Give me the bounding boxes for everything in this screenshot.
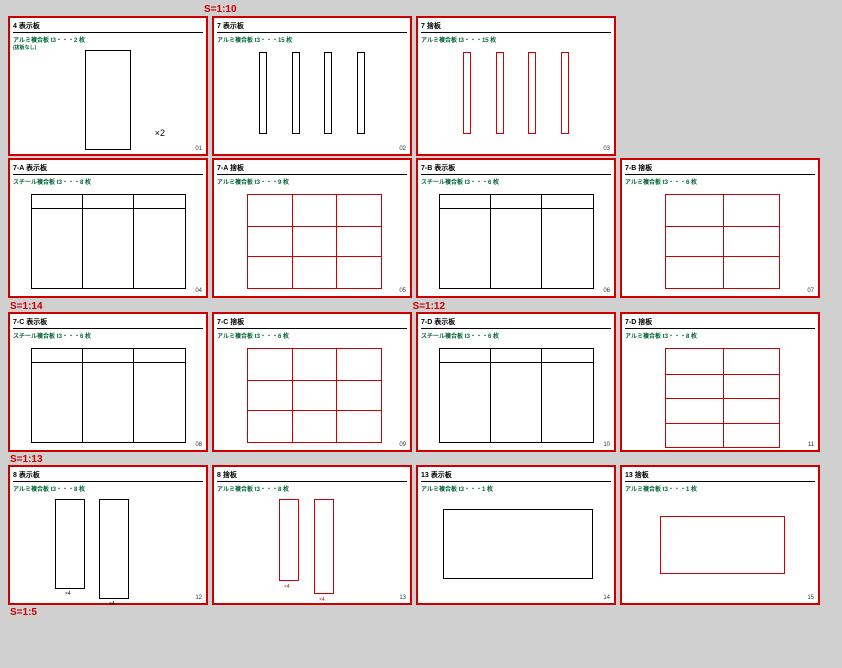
panel-10: 7-D 表示板 スチール複合板 t3・・・6 枚 10 xyxy=(416,312,616,452)
panel-title: 7-C 捨板 xyxy=(217,317,407,327)
strip-group xyxy=(451,52,581,134)
strip-shape xyxy=(496,52,504,134)
drawing-area: ×4 ×4 xyxy=(217,491,407,591)
page-number: 07 xyxy=(807,288,814,294)
grid-shape xyxy=(439,194,594,289)
drawing-area xyxy=(421,338,611,438)
panel-title: 13 捨板 xyxy=(625,470,815,480)
drawing-area xyxy=(421,184,611,284)
strip-shape xyxy=(463,52,471,134)
drawing-area xyxy=(13,184,203,284)
panel-09: 7-C 捨板 アルミ複合板 t3・・・6 枚 09 xyxy=(212,312,412,452)
page-number: 12 xyxy=(195,595,202,601)
multiplier-label: ×4 xyxy=(65,591,71,597)
page-number: 09 xyxy=(399,442,406,448)
multiplier-label: ×2 xyxy=(155,128,165,138)
rect-shape xyxy=(660,516,785,574)
panel-12: 8 表示板 アルミ複合板 t3・・・8 枚 ×4 ×4 12 xyxy=(8,465,208,605)
panel-03: 7 捨板 アルミ複合板 t3・・・15 枚 03 xyxy=(416,16,616,156)
row-3: 7-C 表示板 スチール複合板 t3・・・6 枚 08 7-C 捨板 アルミ複合… xyxy=(8,312,834,452)
panel-title: 13 表示板 xyxy=(421,470,611,480)
panel-13: 8 捨板 アルミ複合板 t3・・・8 枚 ×4 ×4 13 xyxy=(212,465,412,605)
panel-title: 7-B 捨板 xyxy=(625,163,815,173)
grid-shape xyxy=(665,194,780,289)
drawing-area: ×2 xyxy=(13,42,203,142)
grid-shape xyxy=(31,348,186,443)
strip-group xyxy=(247,52,377,134)
scale-label-10: S=1:10 xyxy=(204,4,834,15)
panel-title: 7-A 捨板 xyxy=(217,163,407,173)
drawing-area xyxy=(625,184,815,284)
drawing-area xyxy=(421,491,611,591)
panel-15: 13 捨板 アルミ複合板 t3・・・1 枚 15 xyxy=(620,465,820,605)
drawing-area xyxy=(217,184,407,284)
page-number: 13 xyxy=(399,595,406,601)
multiplier-label: ×4 xyxy=(319,597,325,603)
scale-label-12: S=1:12 xyxy=(413,301,446,312)
rect-shape xyxy=(314,499,334,594)
row-2: 7-A 表示板 スチール複合板 t3・・・8 枚 04 7-A 捨板 アルミ複合… xyxy=(8,158,834,298)
rect-shape xyxy=(85,50,131,150)
grid-shape xyxy=(247,194,382,289)
panel-01: 4 表示板 アルミ複合板 t3・・・2 枚 (抜板なし) ×2 01 xyxy=(8,16,208,156)
scale-label-14: S=1:14 xyxy=(10,301,43,312)
page-number: 11 xyxy=(808,442,814,448)
page-number: 06 xyxy=(603,288,610,294)
scale-label-5: S=1:5 xyxy=(10,607,834,618)
drawing-area xyxy=(217,338,407,438)
row-1: 4 表示板 アルミ複合板 t3・・・2 枚 (抜板なし) ×2 01 7 表示板… xyxy=(8,16,834,156)
grid-shape xyxy=(439,348,594,443)
panel-title: 7-C 表示板 xyxy=(13,317,203,327)
page-number: 05 xyxy=(399,288,406,294)
panel-06: 7-B 表示板 スチール複合板 t3・・・6 枚 06 xyxy=(416,158,616,298)
multiplier-label: ×4 xyxy=(284,584,290,590)
page-number: 03 xyxy=(603,146,610,152)
panel-title: 7-B 表示板 xyxy=(421,163,611,173)
drawing-area xyxy=(217,42,407,142)
rect-shape xyxy=(279,499,299,581)
panel-title: 7-D 表示板 xyxy=(421,317,611,327)
strip-shape xyxy=(259,52,267,134)
drawing-area: ×4 ×4 xyxy=(13,491,203,591)
page-number: 04 xyxy=(195,288,202,294)
drawing-area xyxy=(625,491,815,591)
panel-title: 4 表示板 xyxy=(13,21,203,31)
page-number: 10 xyxy=(603,442,610,448)
rect-shape xyxy=(55,499,85,589)
panel-title: 8 表示板 xyxy=(13,470,203,480)
panel-11: 7-D 捨板 アルミ複合板 t3・・・8 枚 11 xyxy=(620,312,820,452)
panel-04: 7-A 表示板 スチール複合板 t3・・・8 枚 04 xyxy=(8,158,208,298)
rect-shape xyxy=(99,499,129,599)
panel-title: 7-A 表示板 xyxy=(13,163,203,173)
page-number: 08 xyxy=(195,442,202,448)
drawing-area xyxy=(421,42,611,142)
page-number: 15 xyxy=(807,595,814,601)
panel-14: 13 表示板 アルミ複合板 t3・・・1 枚 14 xyxy=(416,465,616,605)
strip-shape xyxy=(292,52,300,134)
multiplier-label: ×4 xyxy=(109,601,115,607)
drawing-area xyxy=(13,338,203,438)
panel-title: 8 捨板 xyxy=(217,470,407,480)
page-number: 14 xyxy=(603,595,610,601)
grid-shape xyxy=(31,194,186,289)
row-4: 8 表示板 アルミ複合板 t3・・・8 枚 ×4 ×4 12 8 捨板 アルミ複… xyxy=(8,465,834,605)
drawing-area xyxy=(625,338,815,438)
grid-shape xyxy=(665,348,780,448)
strip-shape xyxy=(528,52,536,134)
rect-shape xyxy=(443,509,593,579)
panel-title: 7-D 捨板 xyxy=(625,317,815,327)
scale-label-13: S=1:13 xyxy=(10,454,834,465)
panel-title: 7 捨板 xyxy=(421,21,611,31)
panel-08: 7-C 表示板 スチール複合板 t3・・・6 枚 08 xyxy=(8,312,208,452)
panel-05: 7-A 捨板 アルミ複合板 t3・・・9 枚 05 xyxy=(212,158,412,298)
strip-shape xyxy=(324,52,332,134)
strip-shape xyxy=(561,52,569,134)
panel-07: 7-B 捨板 アルミ複合板 t3・・・6 枚 07 xyxy=(620,158,820,298)
panel-title: 7 表示板 xyxy=(217,21,407,31)
page-number: 02 xyxy=(399,146,406,152)
panel-02: 7 表示板 アルミ複合板 t3・・・15 枚 02 xyxy=(212,16,412,156)
grid-shape xyxy=(247,348,382,443)
page-number: 01 xyxy=(195,146,202,152)
strip-shape xyxy=(357,52,365,134)
